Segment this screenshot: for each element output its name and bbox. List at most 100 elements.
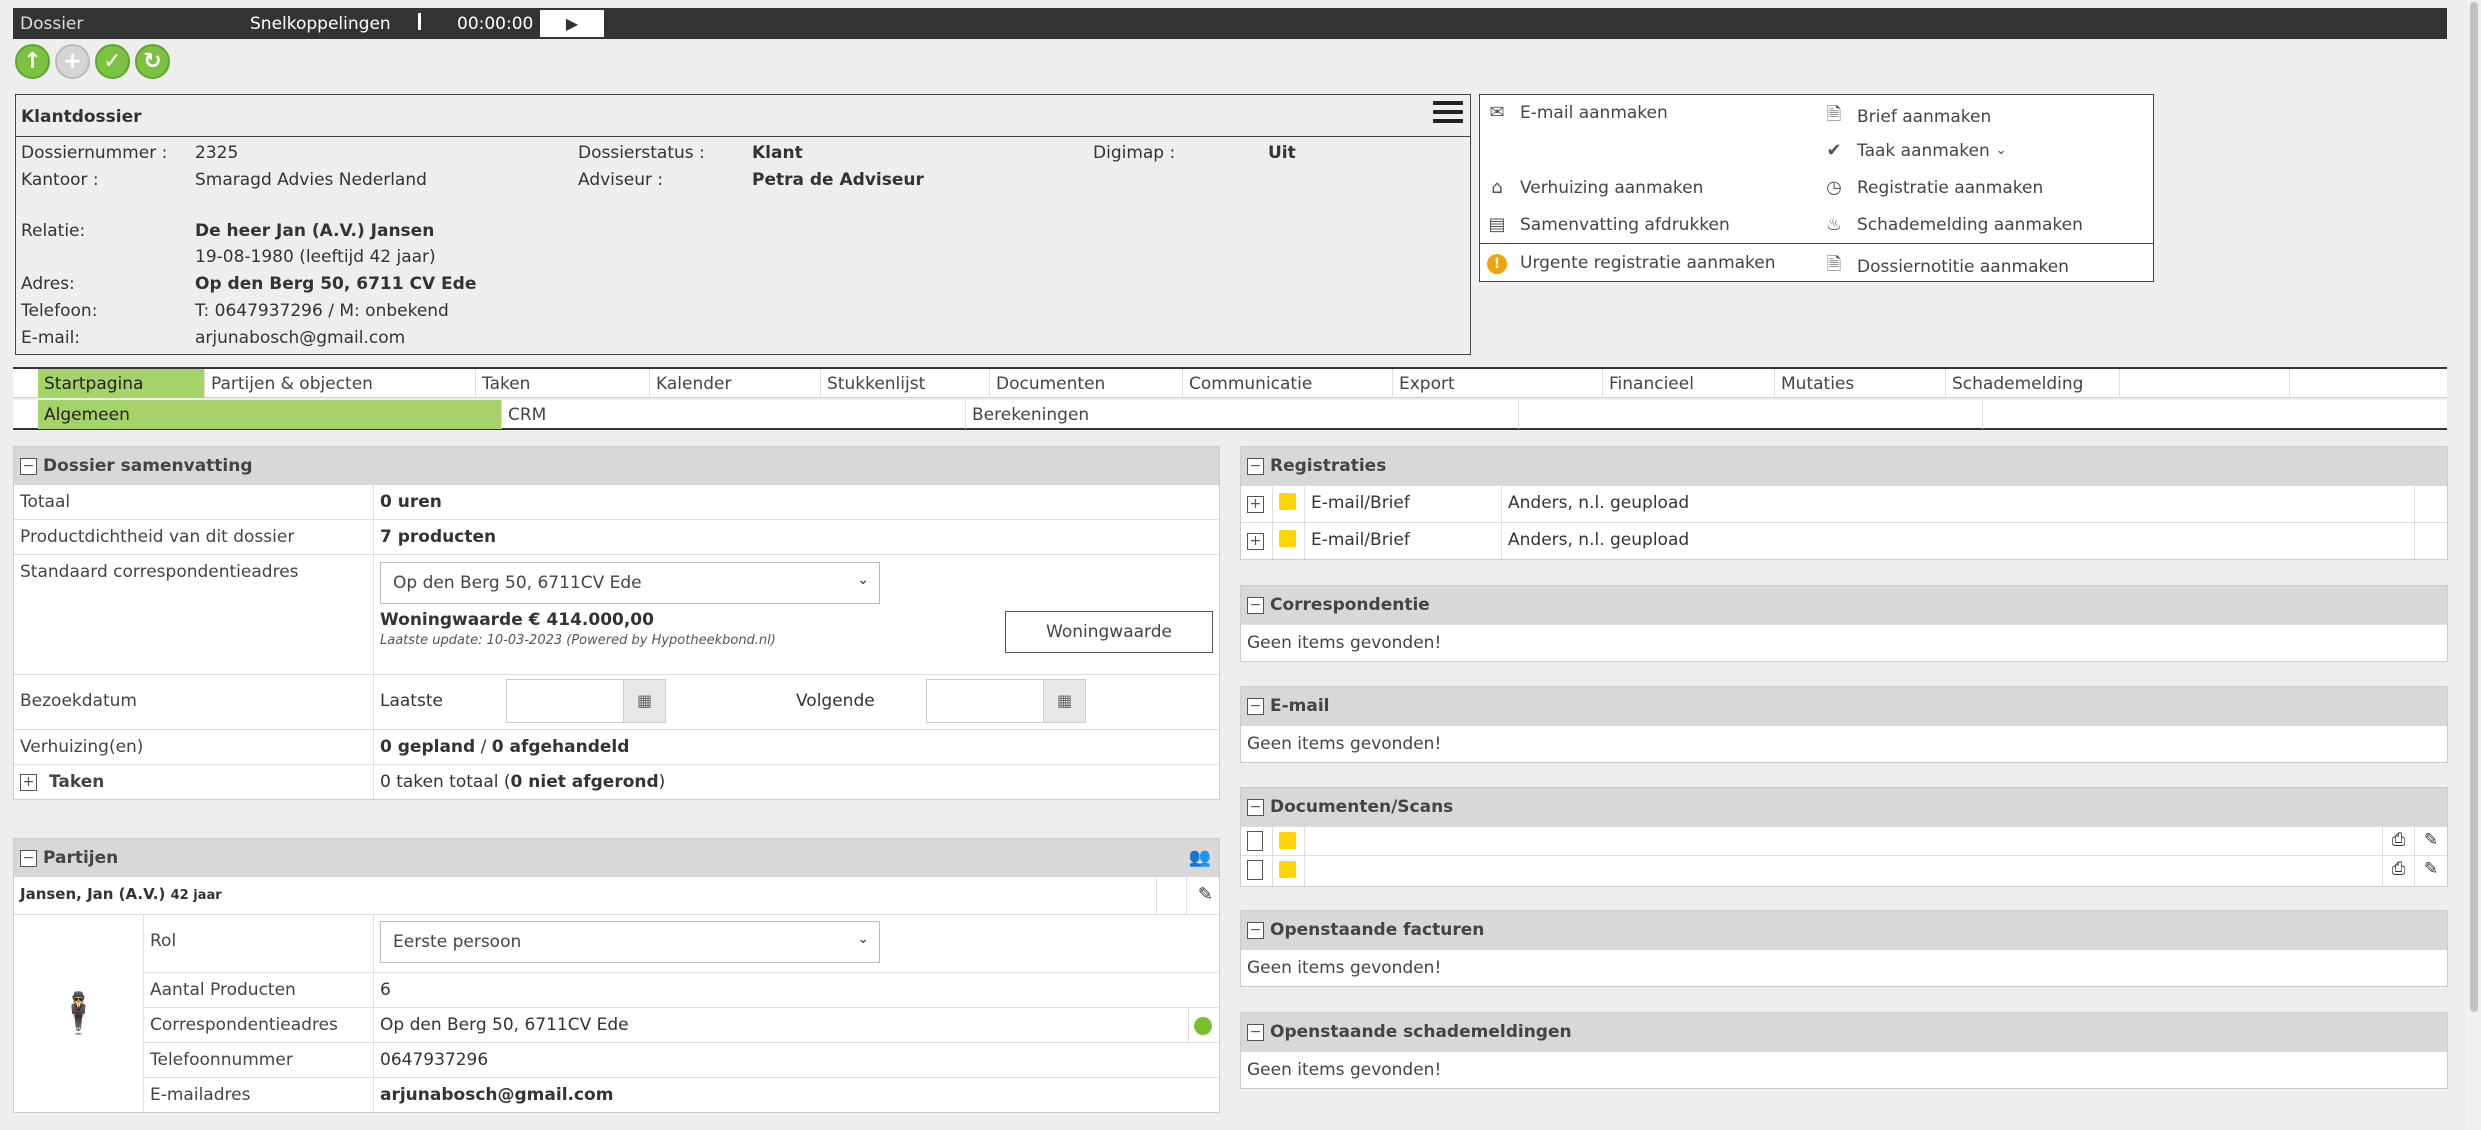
collapse-icon[interactable]: − (1247, 457, 1264, 475)
correspondentieadres-row: Standaard correspondentieadres Op den Be… (14, 555, 1219, 675)
tab-taken[interactable]: Taken (476, 369, 650, 398)
woningwaarde-button[interactable]: Woningwaarde (1005, 611, 1213, 653)
kantoor-label: Kantoor : (21, 170, 99, 190)
tab-stukkenlijst[interactable]: Stukkenlijst (821, 369, 990, 398)
tab-startpagina[interactable]: Startpagina (38, 369, 205, 398)
chevron-down-icon: ⌄ (1995, 143, 2007, 158)
scrollbar-thumb[interactable] (2470, 2, 2478, 1012)
kantoor-value: Smaragd Advies Nederland (195, 170, 427, 190)
productdichtheid-row: Productdichtheid van dit dossier 7 produ… (14, 520, 1219, 555)
verhuizingen-row: Verhuizing(en) 0 gepland / 0 afgehandeld (14, 730, 1219, 765)
top-bar: Dossier Snelkoppelingen 00:00:00 ▶ (13, 8, 2447, 39)
adviseur-label: Adviseur : (578, 170, 664, 190)
person-name[interactable]: Jansen, Jan (A.V.) (20, 885, 165, 903)
collapse-icon[interactable]: − (1247, 798, 1264, 816)
documenten-header[interactable]: − Documenten/Scans (1241, 788, 2447, 826)
hamburger-menu-icon[interactable] (1433, 101, 1463, 127)
rol-select[interactable]: Eerste persoon ⌄ (380, 921, 880, 963)
relatie-value[interactable]: De heer Jan (A.V.) Jansen (195, 221, 434, 241)
expand-icon[interactable]: + (20, 773, 37, 791)
registratie-row[interactable]: + E-mail/Brief Anders, n.l. geupload (1241, 485, 2447, 523)
klantdossier-title: Klantdossier (21, 107, 142, 127)
collapse-icon[interactable]: − (1247, 596, 1264, 614)
tab-financieel[interactable]: Financieel (1603, 369, 1775, 398)
calendar-icon[interactable]: ▦ (1043, 679, 1085, 722)
klantdossier-panel: Klantdossier Dossiernummer : 2325 Kantoo… (15, 94, 1471, 355)
digimap-value: Uit (1268, 143, 1296, 163)
taak-aanmaken-action[interactable]: ✔ Taak aanmaken ⌄ (1823, 140, 2007, 161)
verhuizing-aanmaken-action[interactable]: ⌂ Verhuizing aanmaken (1486, 177, 1703, 198)
tab-kalender[interactable]: Kalender (650, 369, 821, 398)
id-card-icon: ▤ (1488, 214, 1506, 235)
dossiernotitie-aanmaken-action[interactable]: 🗎 Dossiernotitie aanmaken (1823, 252, 2069, 282)
refresh-button[interactable]: ↻ (135, 44, 170, 79)
email-value[interactable]: arjunabosch@gmail.com (195, 328, 405, 348)
collapse-icon[interactable]: − (1247, 1023, 1264, 1041)
print-icon[interactable]: ⎙ (2383, 827, 2415, 855)
collapse-icon[interactable]: − (20, 457, 37, 475)
person-details: 🕴 Rol Eerste persoon ⌄ Aantal Producten … (14, 915, 1219, 1112)
users-icon[interactable]: 👥 (1189, 847, 1211, 868)
volgende-date-input[interactable]: ▦ (926, 678, 1086, 723)
dossierstatus-label: Dossierstatus : (578, 143, 705, 163)
facturen-header[interactable]: − Openstaande facturen (1241, 911, 2447, 949)
status-dot-icon (1194, 1017, 1212, 1035)
shortcuts-menu[interactable]: Snelkoppelingen (250, 14, 391, 34)
collapse-icon[interactable]: − (1247, 697, 1264, 715)
confirm-button[interactable]: ✓ (95, 44, 130, 79)
subtab-algemeen[interactable]: Algemeen (38, 400, 502, 429)
documenten-section: − Documenten/Scans ⎙ ✎ ⎙ ✎ (1240, 787, 2448, 887)
timer-display: 00:00:00 (457, 14, 534, 34)
tab-export[interactable]: Export (1393, 369, 1603, 398)
chevron-down-icon: ⌄ (857, 931, 869, 947)
collapse-icon[interactable]: − (1247, 921, 1264, 939)
edit-icon[interactable]: ✎ (2415, 856, 2447, 886)
registraties-header[interactable]: − Registraties (1241, 447, 2447, 485)
scrollbar[interactable] (2467, 0, 2481, 1130)
edit-icon[interactable]: ✎ (1198, 884, 1213, 905)
samenvatting-afdrukken-action[interactable]: ▤ Samenvatting afdrukken (1486, 214, 1729, 235)
tab-mutaties[interactable]: Mutaties (1775, 369, 1946, 398)
edit-icon[interactable]: ✎ (2415, 827, 2447, 855)
document-row[interactable]: ⎙ ✎ (1241, 826, 2447, 856)
tab-schademelding[interactable]: Schademelding (1946, 369, 2120, 398)
status-icon (1279, 861, 1296, 878)
subtab-berekeningen[interactable]: Berekeningen (966, 400, 1519, 429)
print-icon[interactable]: ⎙ (2383, 856, 2415, 886)
document-icon: 🗎 (1826, 104, 1842, 125)
adres-label: Adres: (21, 274, 75, 294)
tab-documenten[interactable]: Documenten (990, 369, 1183, 398)
email-header[interactable]: − E-mail (1241, 687, 2447, 725)
registratie-row[interactable]: + E-mail/Brief Anders, n.l. geupload (1241, 523, 2447, 559)
tab-communicatie[interactable]: Communicatie (1183, 369, 1393, 398)
email-aanmaken-action[interactable]: ✉ E-mail aanmaken (1486, 102, 1667, 123)
email-label: E-mail: (21, 328, 81, 348)
correspondentieadres-select[interactable]: Op den Berg 50, 6711CV Ede ⌄ (380, 562, 880, 604)
brief-aanmaken-action[interactable]: 🗎 Brief aanmaken (1823, 102, 1992, 132)
collapse-icon[interactable]: − (20, 849, 37, 867)
warning-icon: ! (1486, 252, 1508, 274)
expand-icon[interactable]: + (1247, 533, 1264, 550)
correspondentie-section: − Correspondentie Geen items gevonden! (1240, 585, 2448, 662)
urgente-registratie-action[interactable]: ! Urgente registratie aanmaken (1486, 252, 1776, 274)
registratie-aanmaken-action[interactable]: ◷ Registratie aanmaken (1823, 177, 2043, 198)
laatste-date-input[interactable]: ▦ (506, 678, 666, 723)
telefoon-link[interactable]: 0647937296 (215, 301, 323, 321)
totaal-row: Totaal 0 uren (14, 485, 1219, 520)
dossier-samenvatting-header[interactable]: − Dossier samenvatting (14, 447, 1219, 485)
upload-button[interactable]: ↑ (15, 44, 50, 79)
add-button[interactable]: + (55, 44, 90, 79)
app-title: Dossier (20, 14, 84, 34)
document-row[interactable]: ⎙ ✎ (1241, 856, 2447, 886)
tab-partijen-objecten[interactable]: Partijen & objecten (205, 369, 476, 398)
partijen-header[interactable]: − Partijen 👥 (14, 839, 1219, 877)
klantdossier-header: Klantdossier (16, 95, 1470, 137)
subtab-crm[interactable]: CRM (502, 400, 966, 429)
correspondentie-header[interactable]: − Correspondentie (1241, 586, 2447, 624)
home-icon: ⌂ (1491, 177, 1503, 198)
calendar-icon[interactable]: ▦ (623, 679, 665, 722)
play-button[interactable]: ▶ (540, 10, 604, 37)
schademelding-aanmaken-action[interactable]: ♨ Schademelding aanmaken (1823, 214, 2083, 235)
schademeldingen-header[interactable]: − Openstaande schademeldingen (1241, 1013, 2447, 1051)
expand-icon[interactable]: + (1247, 496, 1264, 513)
